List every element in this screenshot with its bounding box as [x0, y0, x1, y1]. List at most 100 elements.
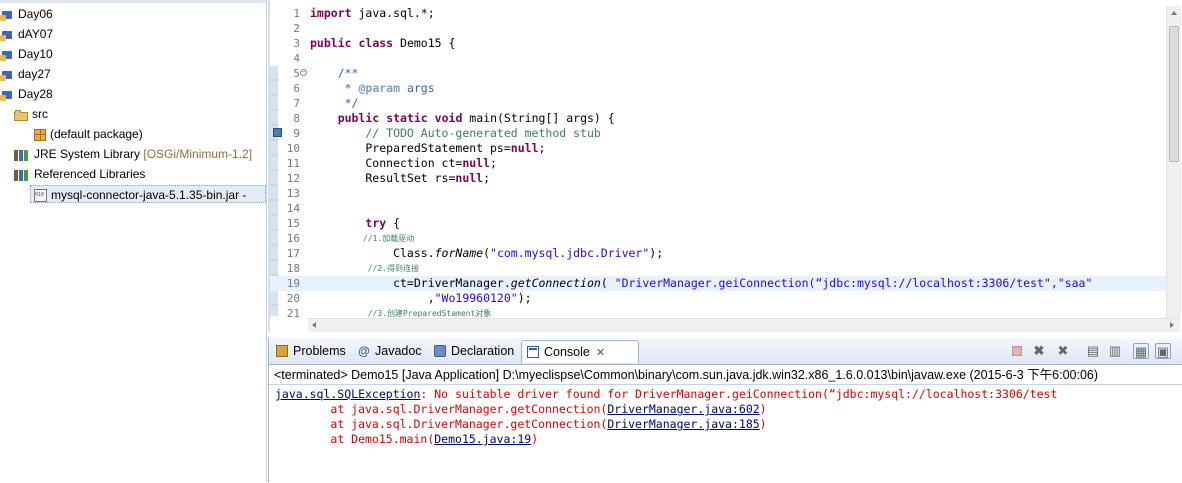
tree-item-mysql-jar[interactable]: mysql-connector-java-5.1.35-bin.jar - [30, 185, 266, 203]
scroll-up-arrow-icon[interactable] [1171, 11, 1177, 15]
tree-item-project-day07[interactable]: dAY07 [0, 25, 53, 43]
source-folder-icon [14, 109, 28, 121]
line-number: 19 [286, 277, 300, 290]
code-text: , [310, 291, 435, 305]
code-text: ; [538, 141, 546, 155]
line-number: 8 [293, 112, 300, 125]
exception-link[interactable]: java.sql.SQLException [275, 387, 420, 401]
code-line: 7 */ [270, 96, 1166, 111]
tab-javadoc[interactable]: @ Javadoc [353, 340, 422, 362]
stack-trace-link[interactable]: DriverManager.java:185 [607, 417, 759, 431]
stack-trace-text: ) [759, 402, 767, 416]
show-console-on-output-button[interactable]: ▦ [1133, 343, 1149, 359]
tab-label: Javadoc [375, 344, 422, 358]
tree-item-project-day27[interactable]: day27 [0, 65, 51, 83]
code-line: 20 ,"Wo19960120"); [270, 291, 1166, 306]
code-editor[interactable]: 1 import java.sql.*; 2 3 public class Demo… [270, 0, 1182, 332]
package-explorer: Day06 dAY07 Day10 day27 Day28 src (defau… [0, 0, 267, 482]
code-line: 3 public class Demo15 { [270, 36, 1166, 51]
keyword: static [386, 111, 428, 125]
line-number: 15 [286, 217, 300, 230]
code-text: ; [483, 171, 491, 185]
line-number: 9 [293, 127, 300, 140]
line-number: 14 [286, 202, 300, 215]
remove-all-terminated-button[interactable]: ✖ [1055, 343, 1071, 359]
java-project-icon [0, 49, 14, 61]
keyword: public [310, 36, 352, 50]
tab-declaration[interactable]: Declaration [429, 340, 514, 362]
console-icon [527, 346, 539, 358]
line-number: 12 [286, 172, 300, 185]
tree-item-default-package[interactable]: (default package) [34, 125, 143, 143]
stop-icon [1012, 346, 1022, 356]
code-text: ); [517, 291, 532, 305]
code-text: { [386, 216, 401, 230]
code-line: 1 import java.sql.*; [270, 6, 1166, 21]
scroll-lock-button[interactable]: ▥ [1107, 343, 1123, 359]
tree-item-label: Day28 [18, 87, 53, 101]
java-project-icon [0, 89, 14, 101]
stack-trace-link[interactable]: Demo15.java:19 [434, 432, 531, 446]
tree-item-label: JRE System Library [34, 147, 141, 161]
code-text: Class. [310, 246, 435, 260]
terminate-button[interactable] [1009, 343, 1025, 359]
close-icon[interactable]: ✕ [596, 342, 605, 364]
task-marker-icon[interactable] [273, 128, 282, 137]
console-output[interactable]: java.sql.SQLException: No suitable drive… [269, 384, 1182, 483]
scroll-right-arrow-icon[interactable] [1170, 322, 1174, 328]
comment-text: //3.创建PreparedStament对象 [310, 309, 492, 318]
line-number: 3 [293, 37, 300, 50]
tree-item-project-day06[interactable]: Day06 [0, 5, 53, 23]
line-number: 4 [293, 52, 300, 65]
tree-item-jre-system-library[interactable]: JRE System Library [OSGi/Minimum-1.2] [14, 145, 252, 163]
editor-horizontal-scrollbar[interactable] [308, 318, 1180, 332]
code-line: 13 [270, 186, 1166, 201]
line-number: 2 [293, 22, 300, 35]
tab-problems[interactable]: Problems [271, 340, 346, 362]
scrollbar-thumb[interactable] [1169, 26, 1179, 162]
method-name: getConnection [510, 276, 601, 290]
code-line: 14 [270, 201, 1166, 216]
line-number: 21 [286, 307, 300, 318]
exception-message: : No suitable driver found for DriverMan… [420, 387, 1058, 401]
tree-item-label: dAY07 [18, 27, 54, 41]
fold-collapse-icon[interactable]: − [300, 69, 307, 76]
stack-trace-link[interactable]: DriverManager.java:602 [607, 402, 759, 416]
line-number: 20 [286, 292, 300, 305]
library-icon [14, 169, 30, 181]
method-name: forName [434, 246, 484, 260]
tab-console[interactable]: Console ✕ [521, 340, 639, 363]
javadoc-at-icon: @ [358, 344, 370, 358]
code-line: 4 [270, 51, 1166, 66]
tree-item-src[interactable]: src [14, 105, 48, 123]
code-line: 2 [270, 21, 1166, 36]
display-console-icon: ▣ [1156, 344, 1170, 359]
tree-item-label: src [32, 107, 48, 121]
tree-item-project-day10[interactable]: Day10 [0, 45, 53, 63]
clear-console-icon: ▤ [1086, 343, 1100, 358]
code-text: PreparedStatement ps= [310, 141, 511, 155]
console-line: java.sql.SQLException: No suitable drive… [275, 387, 1057, 401]
editor-vertical-scrollbar[interactable] [1166, 6, 1181, 318]
remove-launch-button[interactable]: ✖ [1031, 343, 1047, 359]
tree-item-project-day28[interactable]: Day28 [0, 85, 53, 103]
clear-console-button[interactable]: ▤ [1085, 343, 1101, 359]
line-number: 1 [293, 7, 300, 20]
stack-trace-text: ) [759, 417, 767, 431]
display-selected-console-button[interactable]: ▣ [1155, 343, 1171, 359]
code-line: 9 // TODO Auto-generated method stub [270, 126, 1166, 141]
comment-text: // TODO Auto-generated method stub [310, 126, 601, 140]
code-line: 18 //2.得到连接 [270, 261, 1166, 276]
tree-item-label: Day06 [18, 7, 53, 21]
code-line: 10 PreparedStatement ps=null; [270, 141, 1166, 156]
code-text: ( [483, 246, 491, 260]
package-icon [34, 128, 46, 141]
keyword: void [434, 111, 463, 125]
tree-item-referenced-libraries[interactable]: Referenced Libraries [14, 165, 145, 183]
keyword: null [455, 171, 484, 185]
code-line: 17 Class.forName("com.mysql.jdbc.Driver"… [270, 246, 1166, 261]
jre-version-label: [OSGi/Minimum-1.2] [143, 147, 253, 161]
line-number: 5 [293, 67, 300, 80]
scroll-left-arrow-icon[interactable] [312, 322, 316, 328]
